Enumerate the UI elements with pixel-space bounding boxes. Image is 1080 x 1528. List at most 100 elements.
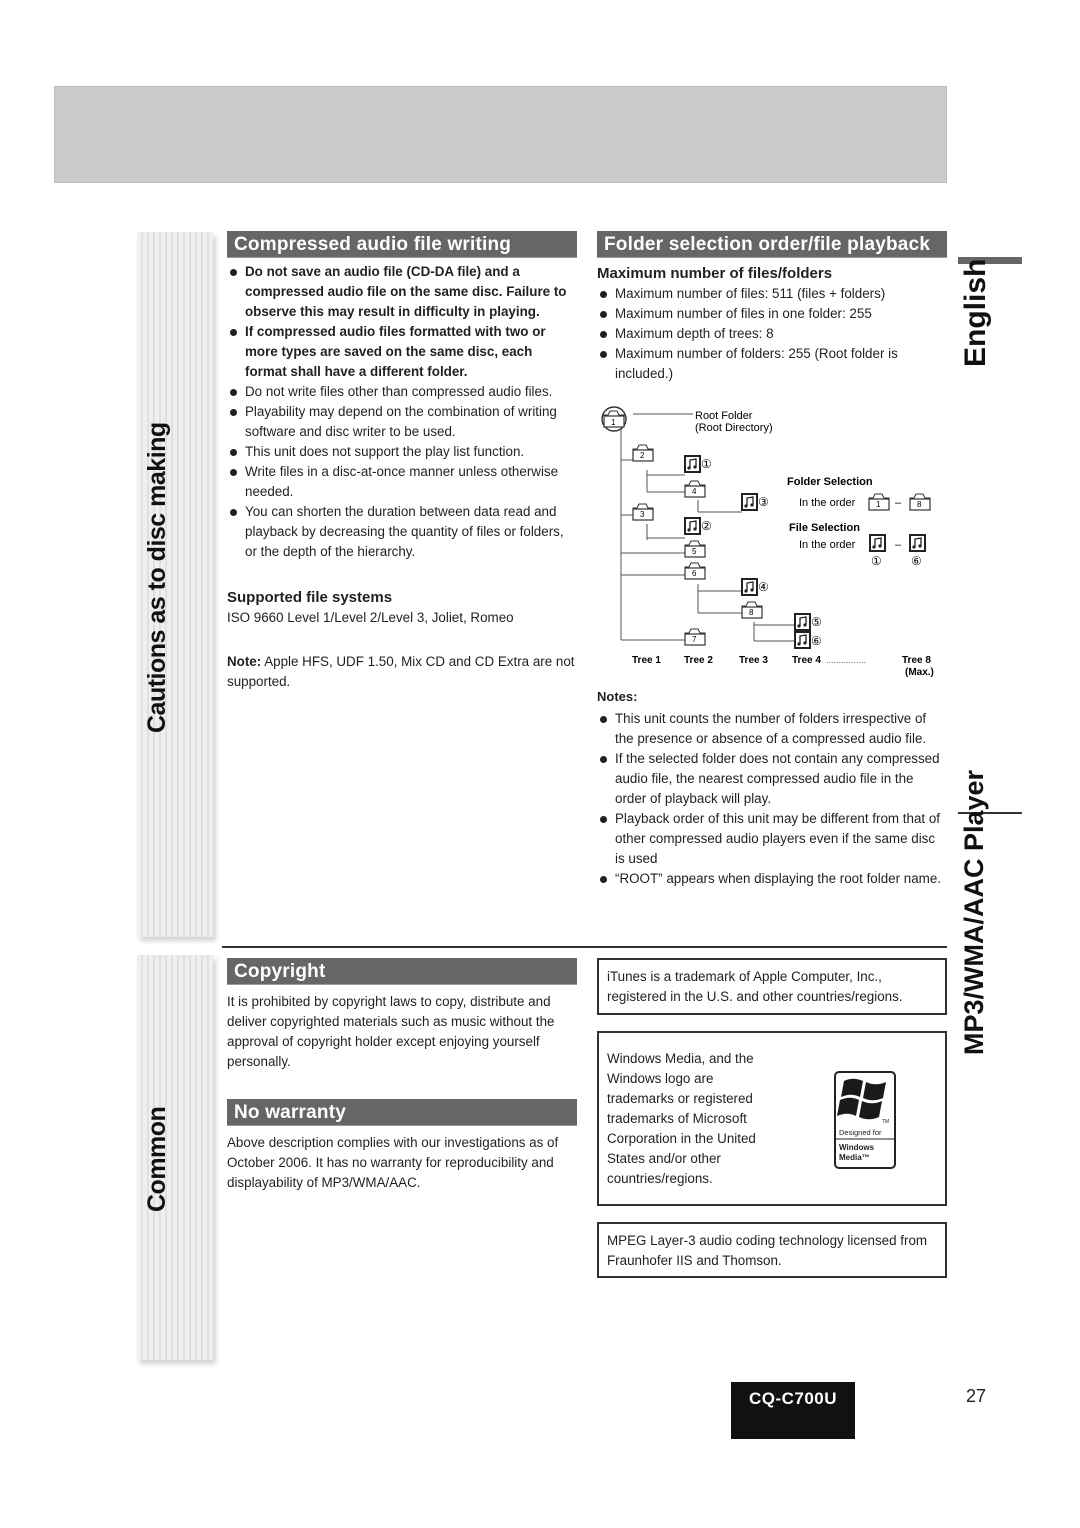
max-files-heading: Maximum number of files/folders — [597, 265, 833, 282]
notes-heading: Notes: — [597, 689, 638, 704]
range-dash: – — [895, 539, 902, 551]
supported-fs-heading: Supported file systems — [227, 589, 393, 606]
music-file-icon — [869, 534, 886, 552]
copyright-text: It is prohibited by copyright laws to co… — [227, 994, 555, 1069]
tree-label: Tree 8 — [902, 655, 931, 666]
list-item: Playback order of this unit may be diffe… — [597, 809, 947, 869]
file-number: ③ — [758, 495, 769, 509]
note-text: Apple HFS, UDF 1.50, Mix CD and CD Extra… — [227, 654, 575, 689]
folder-number: 8 — [749, 608, 754, 617]
folder-range-start: 1 — [876, 500, 881, 509]
notes-list: This unit counts the number of folders i… — [597, 709, 947, 889]
root-label: Root Folder — [695, 410, 753, 422]
no-warranty-section: No warranty Above description complies w… — [227, 1099, 577, 1193]
file-selection-text: In the order — [799, 539, 856, 551]
section-title-no-warranty: No warranty — [227, 1099, 577, 1126]
logo-tm: TM — [882, 1119, 889, 1125]
max-files-list: Maximum number of files: 511 (files + fo… — [597, 284, 947, 384]
model-badge: CQ-C700U — [731, 1382, 855, 1439]
note-label: Note: — [227, 654, 262, 669]
range-dash: – — [895, 497, 902, 509]
section-title-copyright: Copyright — [227, 958, 577, 985]
folder-tree-diagram: 1 Root Folder (Root Directory) 2 3 4 5 6… — [597, 400, 947, 685]
section-title-compressed-audio: Compressed audio file writing — [227, 231, 577, 258]
file-number: ⑤ — [811, 615, 822, 629]
no-warranty-text: Above description complies with our inve… — [227, 1135, 559, 1190]
compressed-audio-list: Do not write files other than compressed… — [227, 382, 577, 562]
list-item: Maximum number of files: 511 (files + fo… — [597, 284, 947, 304]
list-item: You can shorten the duration between dat… — [227, 502, 577, 562]
file-number: ① — [701, 457, 712, 471]
list-item: If compressed audio files formatted with… — [227, 322, 577, 382]
logo-designed-for: Designed for — [839, 1128, 882, 1137]
tree-label: Tree 4 — [792, 655, 821, 666]
music-file-icon — [741, 578, 758, 596]
folder-order-section: Folder selection order/file playback ord… — [597, 231, 947, 384]
mpeg-license-text: MPEG Layer-3 audio coding technology lic… — [607, 1233, 928, 1268]
compressed-audio-section: Compressed audio file writing Do not sav… — [227, 231, 577, 692]
music-file-icon — [684, 517, 701, 535]
folder-number: 3 — [640, 510, 645, 519]
list-item: “ROOT” appears when displaying the root … — [597, 869, 947, 889]
tree-label: Tree 2 — [684, 655, 713, 666]
folder-selection-text: In the order — [799, 497, 856, 509]
list-item: Maximum number of files in one folder: 2… — [597, 304, 947, 324]
folder-tree-svg: 1 Root Folder (Root Directory) 2 3 4 5 6… — [601, 406, 934, 678]
file-number: ⑥ — [811, 634, 822, 648]
music-file-icon — [741, 493, 758, 511]
folder-number: 2 — [640, 451, 645, 460]
windows-flag-icon: TM Designed for Windows Media™ — [836, 1078, 894, 1162]
tree-dots: ................ — [826, 655, 866, 665]
list-item: Do not write files other than compressed… — [227, 382, 577, 402]
music-file-icon — [909, 534, 926, 552]
logo-windows: Windows — [839, 1143, 875, 1152]
folder-number: 5 — [692, 547, 697, 556]
music-file-icon — [684, 455, 701, 473]
file-range-start: ① — [871, 554, 882, 568]
folder-range-end: 8 — [917, 500, 922, 509]
file-number: ② — [701, 519, 712, 533]
list-item: Maximum number of folders: 255 (Root fol… — [597, 344, 947, 384]
itunes-trademark-text: iTunes is a trademark of Apple Computer,… — [607, 969, 903, 1004]
tree-max-label: (Max.) — [905, 667, 934, 678]
side-tab-common-label: Common — [143, 1106, 171, 1212]
music-file-icon — [794, 631, 811, 649]
tree-label: Tree 3 — [739, 655, 768, 666]
file-number: ④ — [758, 580, 769, 594]
list-item: Write files in a disc-at-once manner unl… — [227, 462, 577, 502]
copyright-section: Copyright It is prohibited by copyright … — [227, 958, 577, 1072]
section-label: MP3/WMA/AAC Player — [959, 769, 989, 1055]
file-range-end: ⑥ — [911, 554, 922, 568]
list-item: Do not save an audio file (CD-DA file) a… — [227, 262, 577, 322]
list-item: Playability may depend on the combinatio… — [227, 402, 577, 442]
windows-media-box: Windows Media, and the Windows logo are … — [597, 1031, 947, 1206]
fs-note: Note: Apple HFS, UDF 1.50, Mix CD and CD… — [227, 652, 577, 692]
list-item: This unit does not support the play list… — [227, 442, 577, 462]
list-item: Maximum depth of trees: 8 — [597, 324, 947, 344]
root-sublabel: (Root Directory) — [695, 422, 773, 434]
folder-number: 6 — [692, 569, 697, 578]
page-number: 27 — [966, 1386, 987, 1406]
section-divider — [222, 946, 947, 948]
file-selection-title: File Selection — [789, 522, 860, 534]
mpeg-license-box: MPEG Layer-3 audio coding technology lic… — [597, 1222, 947, 1278]
header-band — [54, 86, 947, 183]
itunes-trademark-box: iTunes is a trademark of Apple Computer,… — [597, 958, 947, 1015]
language-label: English — [959, 258, 992, 367]
folder-selection-title: Folder Selection — [787, 476, 873, 488]
tree-label: Tree 1 — [632, 655, 661, 666]
logo-media: Media™ — [839, 1153, 870, 1162]
music-file-icon — [794, 613, 811, 631]
folder-number: 1 — [611, 418, 616, 427]
folder-number: 4 — [692, 487, 697, 496]
folder-number: 7 — [692, 635, 697, 644]
compressed-audio-bold-list: Do not save an audio file (CD-DA file) a… — [227, 262, 577, 382]
side-tab-disc-making-label: Cautions as to disc making — [143, 422, 171, 733]
windows-media-logo: TM Designed for Windows Media™ — [834, 1071, 896, 1169]
list-item: If the selected folder does not contain … — [597, 749, 947, 809]
section-title-folder-order: Folder selection order/file playback ord… — [597, 231, 947, 282]
list-item: This unit counts the number of folders i… — [597, 709, 947, 749]
supported-fs-text: ISO 9660 Level 1/Level 2/Level 3, Joliet… — [227, 610, 514, 625]
windows-media-text: Windows Media, and the Windows logo are … — [607, 1051, 756, 1186]
notes-section: Notes: This unit counts the number of fo… — [597, 688, 947, 889]
